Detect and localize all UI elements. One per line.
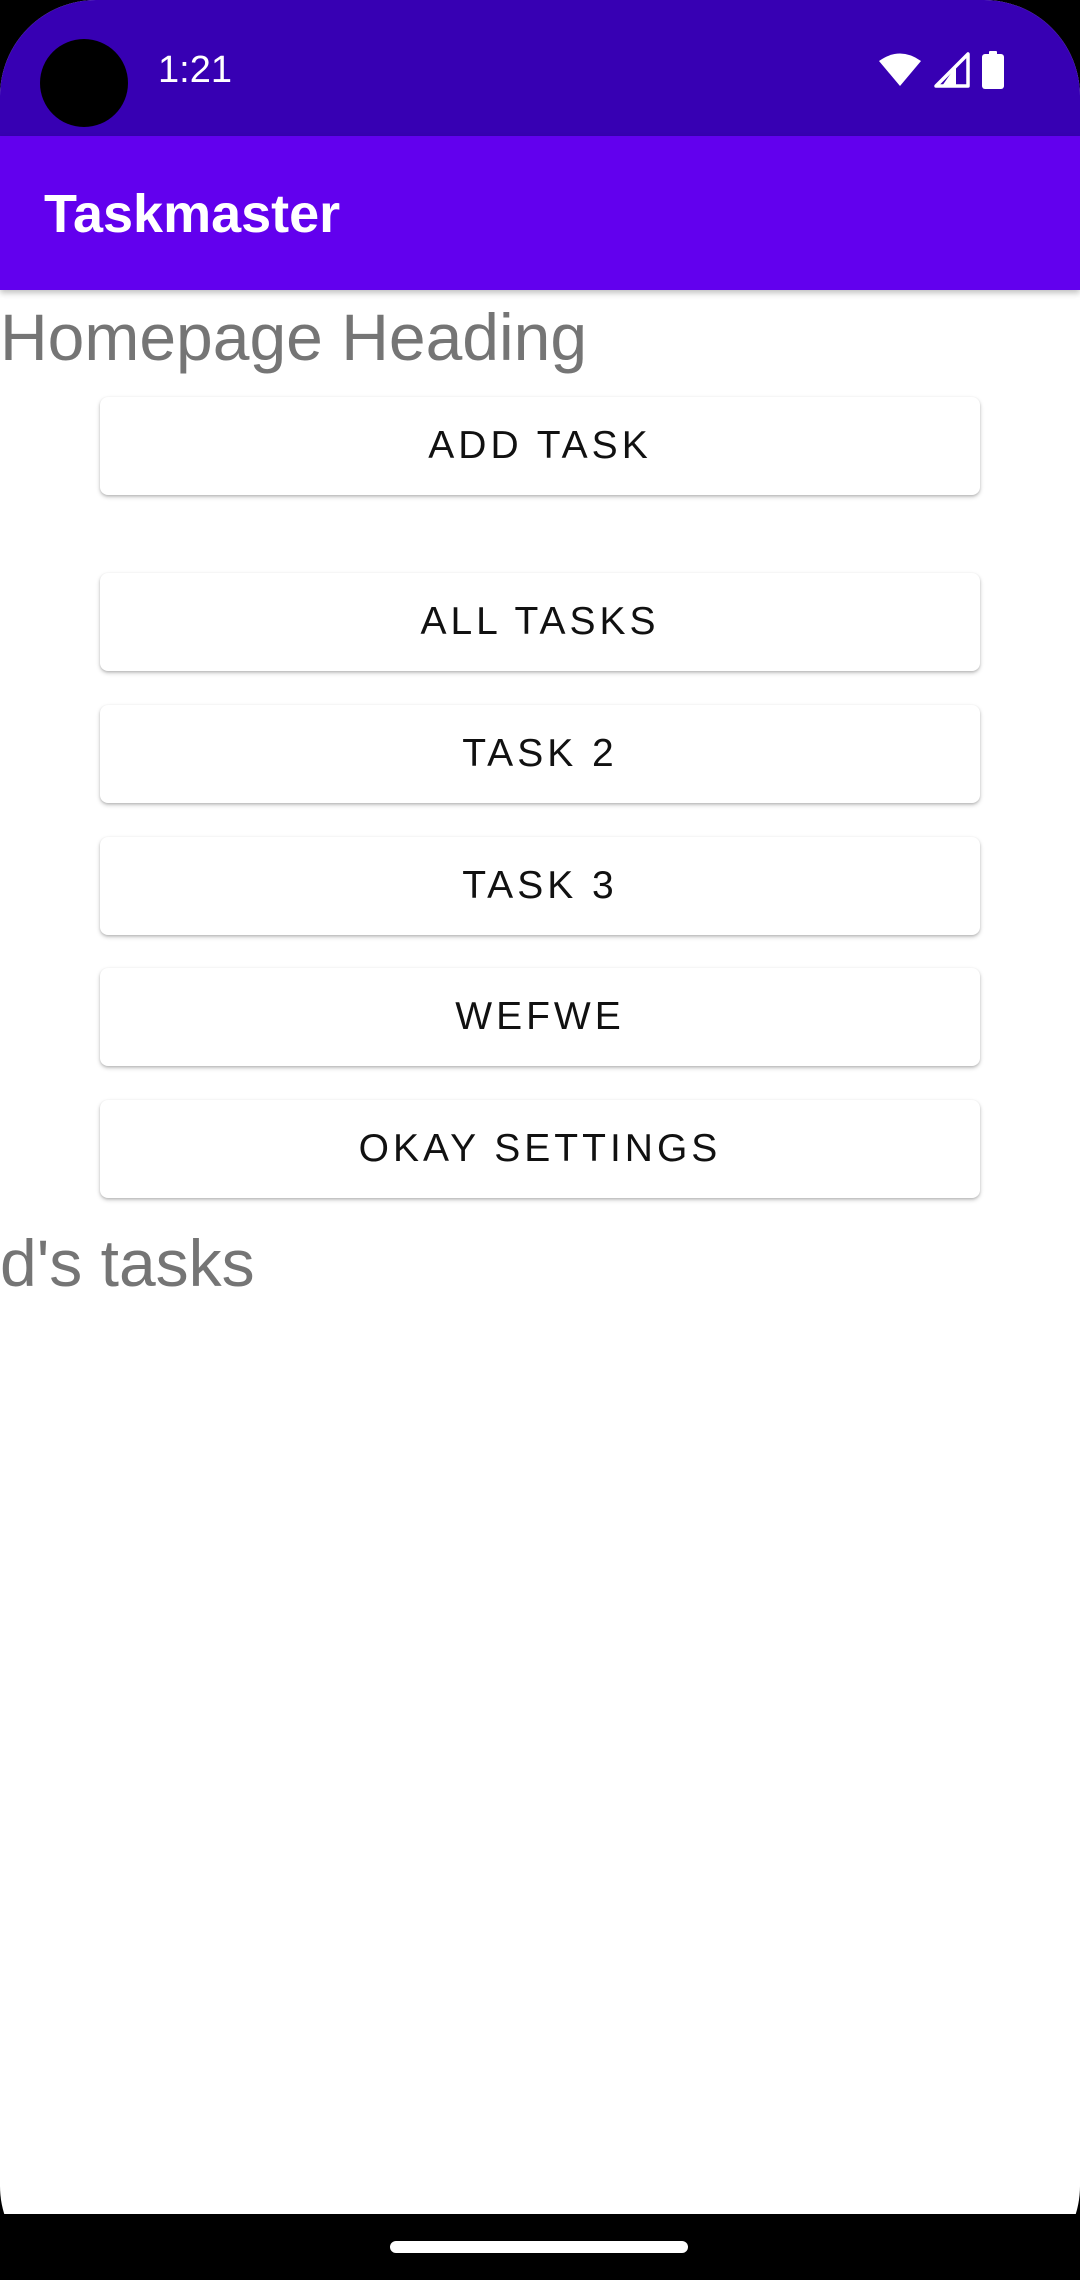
status-icons: [878, 50, 1004, 90]
signal-icon: [934, 52, 970, 88]
add-task-button[interactable]: Add Task: [100, 397, 980, 495]
settings-button[interactable]: okay settings: [100, 1100, 980, 1198]
camera-cutout: [40, 39, 128, 127]
user-tasks-label: d's tasks: [0, 1226, 255, 1300]
app-title: Taskmaster: [44, 184, 341, 244]
all-tasks-button[interactable]: All Tasks: [100, 573, 980, 671]
app-bar: Taskmaster: [0, 136, 1080, 290]
wifi-icon: [878, 52, 922, 88]
home-handle[interactable]: [390, 2241, 688, 2253]
status-bar: 1:21: [0, 0, 1080, 136]
battery-icon: [982, 51, 1004, 89]
phone-screen: 1:21 Taskmaster Homepage Heading ADD TAS…: [0, 0, 1080, 2280]
task-3-button[interactable]: Task 3: [100, 837, 980, 935]
task-2-button[interactable]: Task 2: [100, 705, 980, 803]
wefwe-button[interactable]: wefwe: [100, 968, 980, 1066]
homepage-heading: Homepage Heading: [0, 300, 588, 374]
status-time: 1:21: [158, 49, 232, 91]
